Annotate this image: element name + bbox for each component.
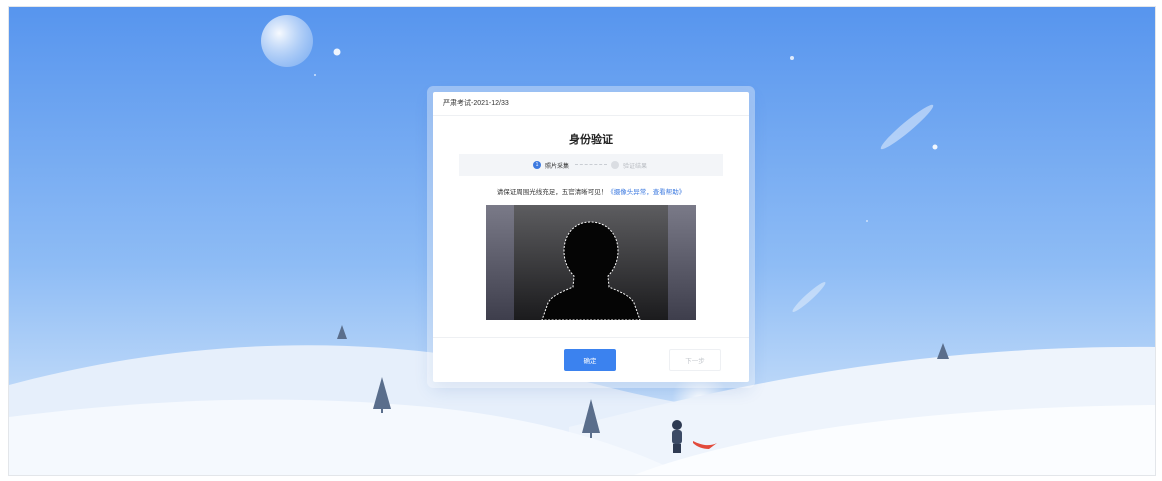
step-photo-capture: 1 照片采集	[533, 160, 569, 170]
next-step-button[interactable]: 下一步	[669, 349, 721, 371]
dialog-header: 严肃考试-2021-12/33	[433, 92, 749, 116]
dialog-title: 身份验证	[569, 133, 613, 146]
step-verify-result: 2 验证结果	[611, 160, 647, 170]
step-progress: 1 照片采集 2 验证结果	[459, 154, 723, 176]
confirm-button[interactable]: 确定	[564, 349, 616, 371]
step-label: 验证结果	[623, 162, 648, 170]
step-connector	[575, 164, 607, 165]
identity-verification-dialog: 严肃考试-2021-12/33 身份验证 1 照片采集 2 验证结果 请保证周围…	[433, 92, 749, 382]
app-frame: 严肃考试-2021-12/33 身份验证 1 照片采集 2 验证结果 请保证周围…	[8, 6, 1156, 476]
exam-title: 严肃考试-2021-12/33	[443, 100, 509, 107]
step-label: 照片采集	[545, 162, 570, 170]
dialog-divider	[433, 337, 749, 338]
camera-help-link[interactable]: 《摄像头异常，查看帮助》	[607, 188, 685, 196]
lighting-notice: 请保证周围光线充足，五官清晰可见！《摄像头异常，查看帮助》	[433, 186, 749, 196]
camera-preview	[486, 205, 696, 320]
notice-text: 请保证周围光线充足，五官清晰可见！	[496, 188, 608, 196]
step-pending-indicator: 2	[611, 161, 619, 169]
step-active-indicator: 1	[533, 161, 541, 169]
